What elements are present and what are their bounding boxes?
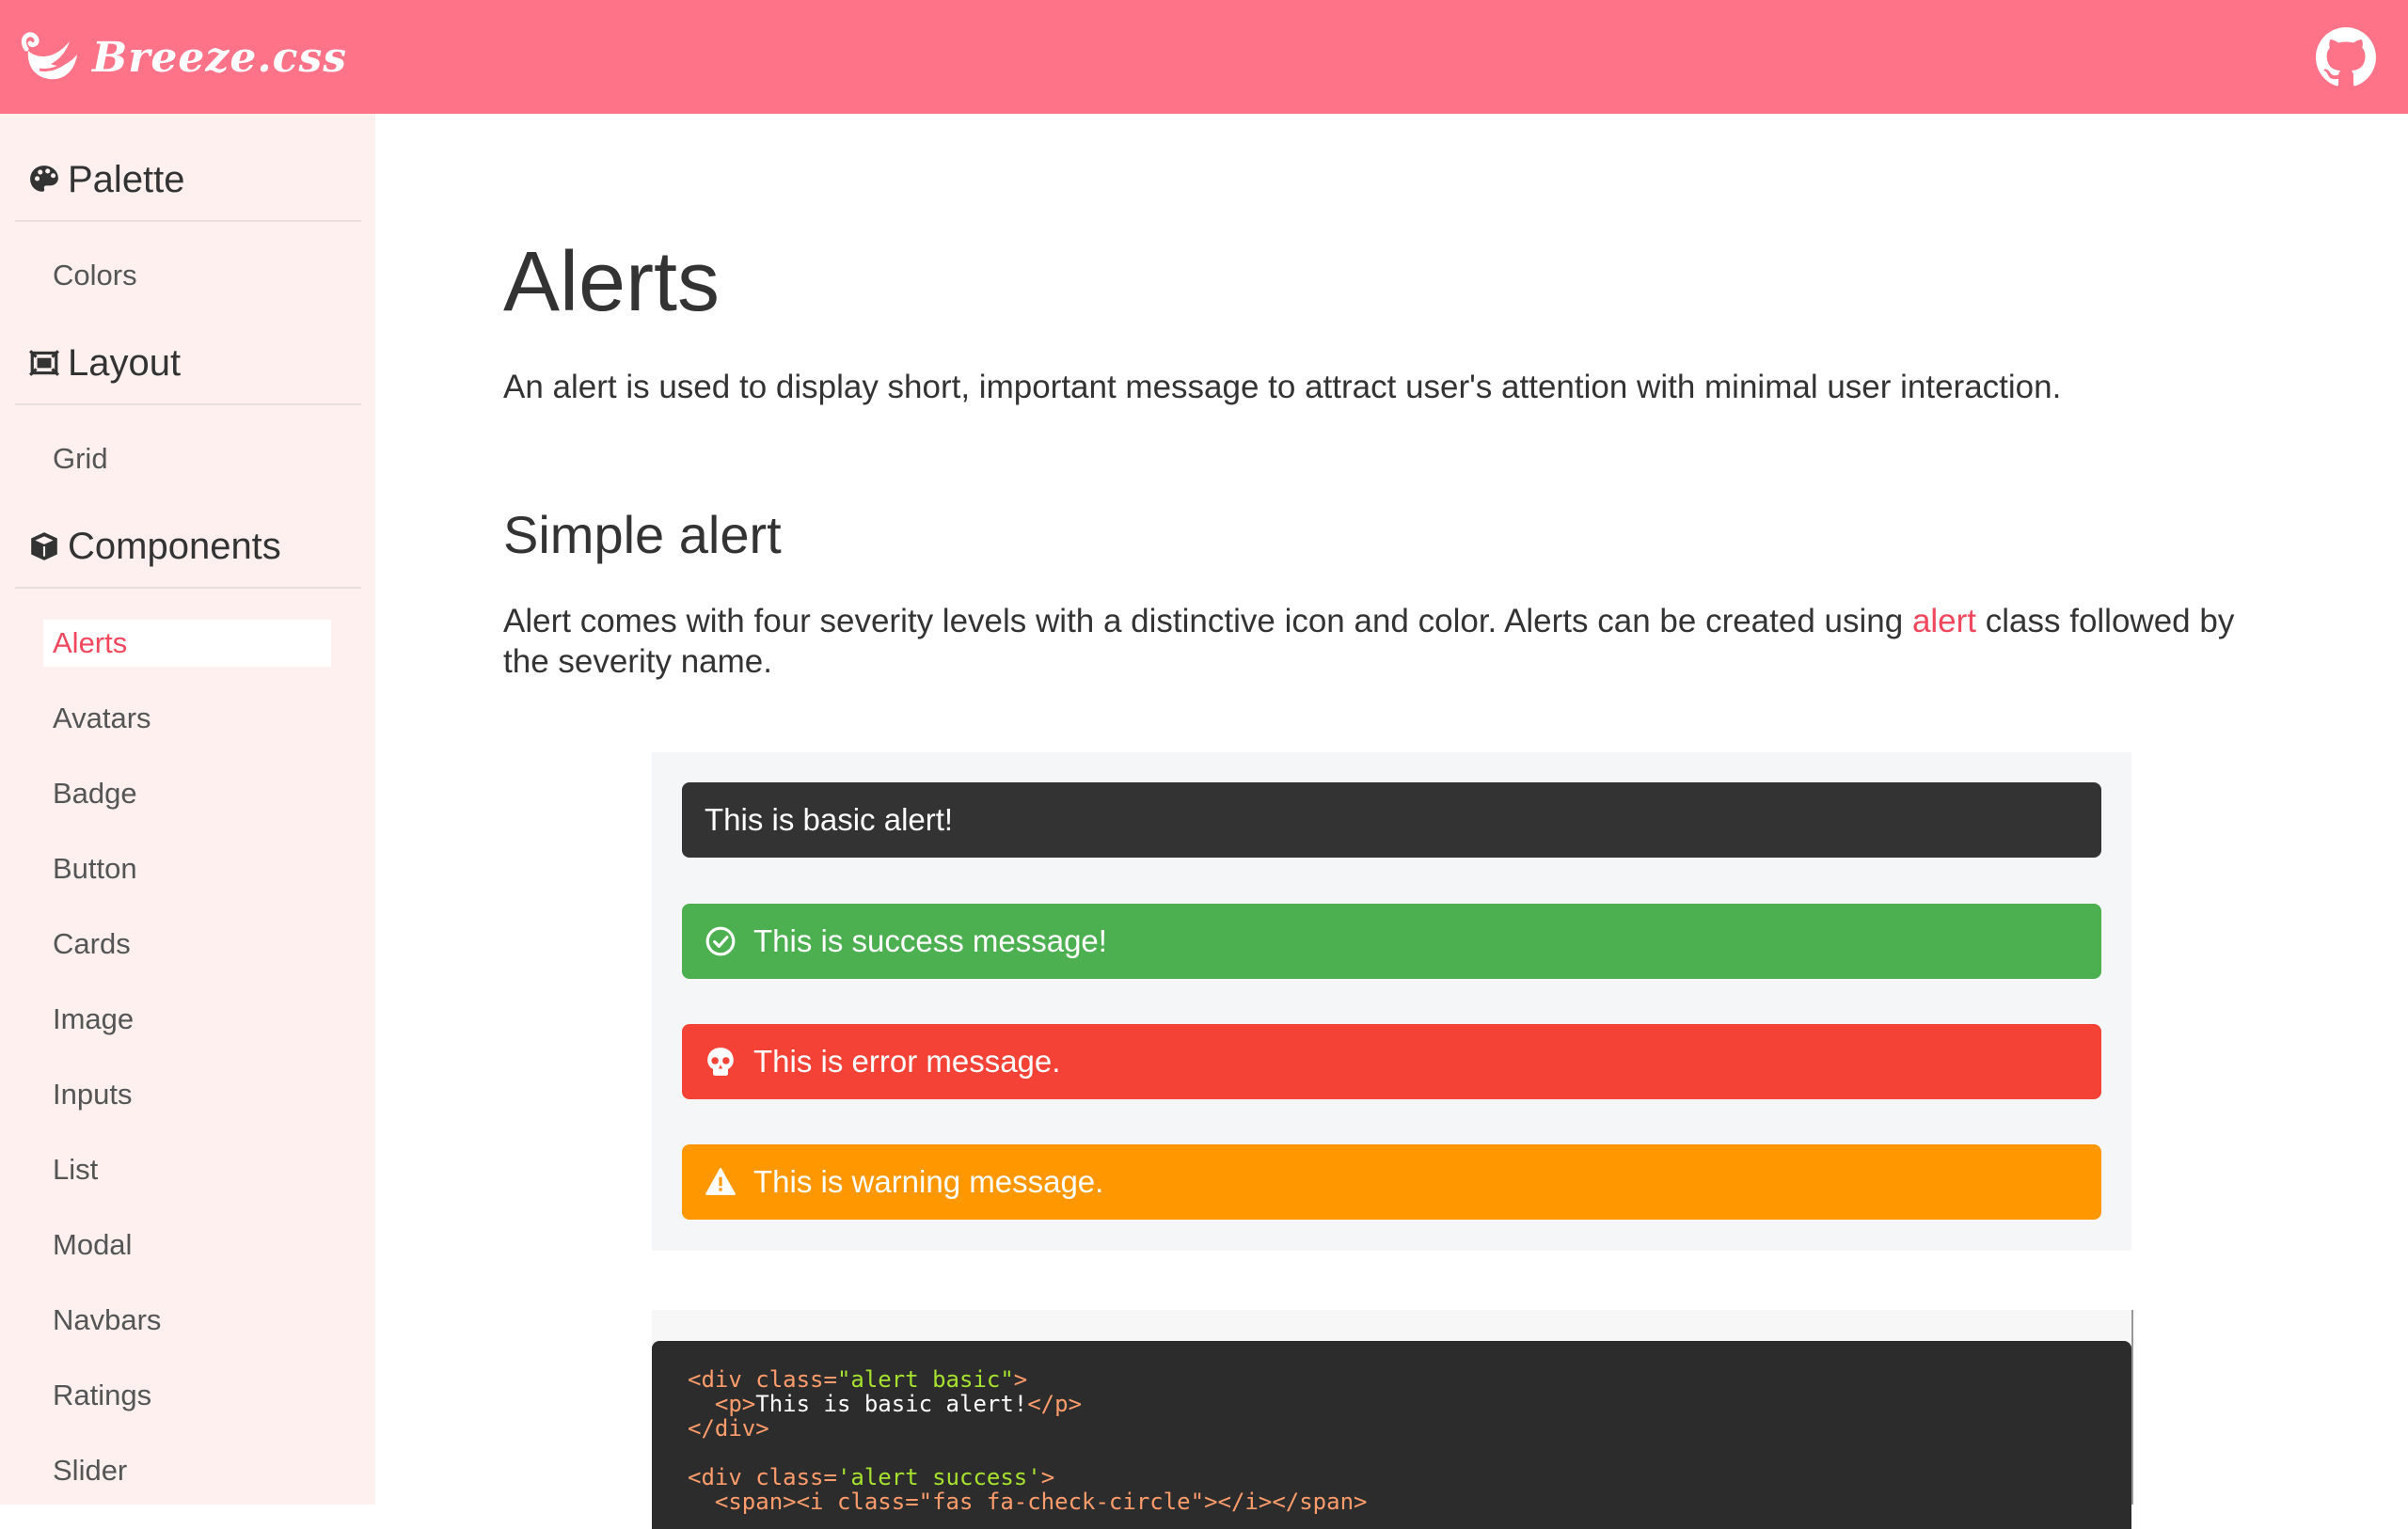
sidebar-item-avatars[interactable]: Avatars (43, 695, 331, 742)
code-token: class= (755, 1366, 837, 1393)
main-content: Alerts An alert is used to display short… (375, 114, 2408, 1529)
page-title: Alerts (503, 235, 721, 329)
code-token: </div> (688, 1415, 769, 1442)
sidebar: Palette Colors Layout Grid Components Al… (0, 114, 375, 1505)
sidebar-heading-label: Layout (68, 341, 182, 384)
layout-icon (28, 350, 60, 376)
sidebar-item-button[interactable]: Button (43, 845, 331, 892)
section-title: Simple alert (503, 505, 782, 564)
code-token: </p> (1027, 1391, 1083, 1417)
sidebar-item-cards[interactable]: Cards (43, 921, 331, 968)
page-lead: An alert is used to display short, impor… (503, 369, 2062, 405)
sidebar-heading-label: Components (68, 525, 281, 567)
code-token: <div (688, 1464, 756, 1490)
sidebar-item-inputs[interactable]: Inputs (43, 1071, 331, 1118)
sidebar-item-grid[interactable]: Grid (43, 435, 331, 482)
code-token: > (1040, 1464, 1055, 1490)
code-token: "alert basic" (836, 1366, 1014, 1393)
code-block[interactable]: <div class="alert basic"> <p>This is bas… (652, 1341, 2131, 1529)
code-token: <span><i class="fas fa-check-circle"></i… (688, 1489, 1368, 1515)
sidebar-heading-components: Components (15, 506, 361, 589)
sidebar-heading-palette: Palette (15, 139, 361, 222)
brand-link[interactable]: Breeze.css (17, 28, 347, 87)
section-description: Alert comes with four severity levels wi… (503, 601, 2281, 682)
sidebar-item-ratings[interactable]: Ratings (43, 1372, 331, 1419)
alert-success: This is success message! (682, 904, 2101, 979)
alert-demo-box: This is basic alert! This is success mes… (652, 752, 2131, 1251)
cube-icon (31, 532, 57, 560)
sidebar-item-colors[interactable]: Colors (43, 252, 331, 299)
sidebar-item-alerts[interactable]: Alerts (43, 620, 331, 667)
code-token: This is basic alert! (755, 1391, 1028, 1417)
alert-text: This is success message! (753, 923, 1107, 958)
alert-text: This is warning message. (753, 1164, 1104, 1199)
sidebar-heading-layout: Layout (15, 323, 361, 405)
palette-icon (30, 166, 58, 192)
alert-text: This is basic alert! (705, 802, 954, 837)
code-token: <div (688, 1366, 756, 1393)
sidebar-item-badge[interactable]: Badge (43, 770, 331, 817)
desc-text: Alert comes with four severity levels wi… (503, 603, 1912, 639)
sidebar-item-slider[interactable]: Slider (43, 1447, 331, 1494)
code-token: 'alert success' (836, 1464, 1041, 1490)
code-token: <p> (688, 1391, 756, 1417)
skull-icon (707, 1048, 734, 1076)
check-circle-icon (705, 926, 736, 956)
sidebar-heading-label: Palette (68, 158, 185, 200)
code-token: > (1013, 1366, 1028, 1393)
code-example-container: <div class="alert basic"> <p>This is bas… (652, 1310, 2133, 1529)
code-token: class= (755, 1464, 837, 1490)
brand-name: Breeze.css (92, 33, 347, 82)
sidebar-item-modal[interactable]: Modal (43, 1222, 331, 1269)
sidebar-item-list[interactable]: List (43, 1146, 331, 1193)
sidebar-item-navbars[interactable]: Navbars (43, 1297, 331, 1344)
alert-text: This is error message. (753, 1044, 1061, 1079)
alert-error: This is error message. (682, 1024, 2101, 1099)
swan-logo-icon (21, 32, 77, 80)
github-icon[interactable] (2316, 27, 2376, 87)
warning-icon (705, 1168, 736, 1195)
alert-class-highlight: alert (1911, 603, 1977, 639)
alert-basic: This is basic alert! (682, 782, 2101, 858)
sidebar-item-image[interactable]: Image (43, 996, 331, 1043)
alert-warning: This is warning message. (682, 1144, 2101, 1220)
top-navbar: Breeze.css (0, 0, 2408, 114)
